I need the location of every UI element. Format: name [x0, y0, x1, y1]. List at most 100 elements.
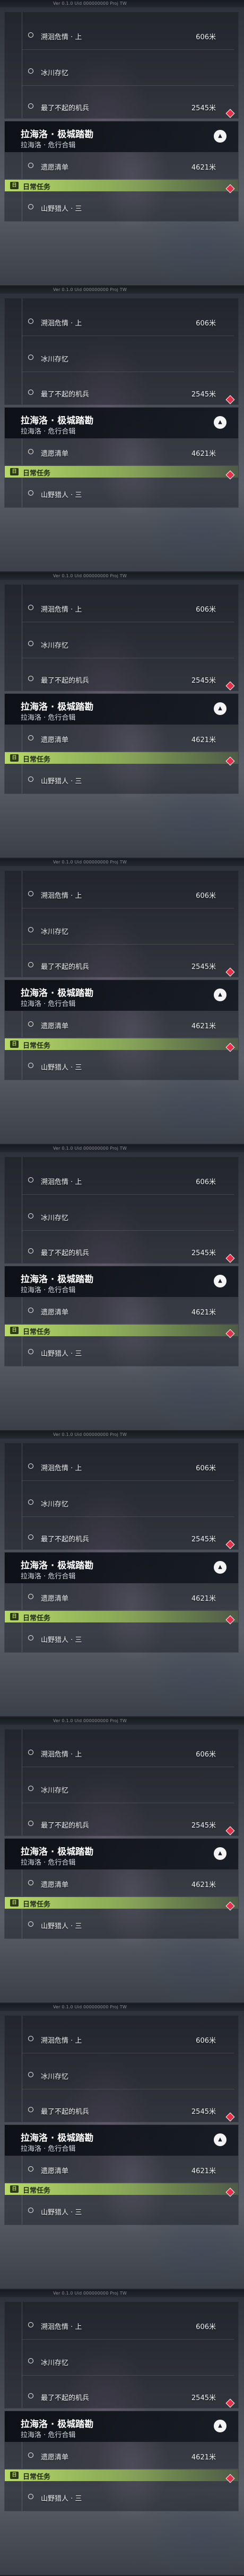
- quest-circle-icon: [28, 204, 33, 209]
- side-quest-row[interactable]: 冰川存忆: [5, 637, 238, 651]
- daily-task-header[interactable]: 日日常任务: [5, 2183, 238, 2195]
- side-quest-row[interactable]: 最了不起的机兵 2545米: [5, 2103, 238, 2118]
- main-quest-header[interactable]: 拉海洛 · 极城踏勘 拉海洛 · 危行合辑 ▲: [5, 1266, 238, 1297]
- main-quest-objective-row[interactable]: 遗愿清单 4621米: [5, 158, 238, 173]
- chevron-up-icon[interactable]: ▲: [214, 1847, 226, 1860]
- side-quest-row[interactable]: 冰川存忆: [5, 1495, 238, 1510]
- game-screenshot-frame: Ver 0.1.0 Uid 000000000 Proj TW 溯洄危情 · 上 6…: [0, 286, 244, 572]
- daily-quest-row[interactable]: 山野猎人 · 三: [5, 200, 238, 215]
- main-quest-header[interactable]: 拉海洛 · 极城踏勘 拉海洛 · 危行合辑 ▲: [5, 2411, 238, 2442]
- daily-quest-row[interactable]: 山野猎人 · 三: [5, 772, 238, 787]
- side-quest-row[interactable]: 最了不起的机兵 2545米: [5, 958, 238, 973]
- game-screenshot-frame: Ver 0.1.0 Uid 000000000 Proj TW 溯洄危情 · 上 6…: [0, 1431, 244, 1717]
- daily-task-panel: 日日常任务山野猎人 · 三: [4, 2469, 239, 2511]
- quest-name: 山野猎人 · 三: [41, 205, 82, 213]
- main-quest-header[interactable]: 拉海洛 · 极城踏勘 拉海洛 · 危行合辑 ▲: [5, 2125, 238, 2156]
- quest-name: 遗愿清单: [41, 736, 69, 744]
- daily-quest-row[interactable]: 山野猎人 · 三: [5, 2490, 238, 2504]
- side-quest-row[interactable]: 溯洄危情 · 上 606米: [5, 1745, 238, 1760]
- main-quest-title: 拉海洛 · 极城踏勘: [21, 1560, 94, 1571]
- side-quest-row[interactable]: 溯洄危情 · 上 606米: [5, 1173, 238, 1188]
- quest-distance: 4621米: [191, 2167, 216, 2175]
- daily-quest-row[interactable]: 山野猎人 · 三: [5, 1345, 238, 1360]
- side-quest-row[interactable]: 溯洄危情 · 上 606米: [5, 1459, 238, 1474]
- daily-quest-row[interactable]: 山野猎人 · 三: [5, 1917, 238, 1932]
- daily-task-header[interactable]: 日日常任务: [5, 1038, 238, 1050]
- side-quest-row[interactable]: 冰川存忆: [5, 2068, 238, 2083]
- chevron-up-icon[interactable]: ▲: [214, 1561, 226, 1574]
- quest-name: 遗愿清单: [41, 164, 69, 172]
- side-quest-row[interactable]: 溯洄危情 · 上 606米: [5, 28, 238, 43]
- side-quest-row[interactable]: 溯洄危情 · 上 606米: [5, 314, 238, 329]
- quest-circle-icon: [28, 319, 33, 324]
- main-quest-header[interactable]: 拉海洛 · 极城踏勘 拉海洛 · 危行合辑 ▲: [5, 408, 238, 438]
- side-quest-row[interactable]: 最了不起的机兵 2545米: [5, 2389, 238, 2404]
- quest-circle-icon: [28, 355, 33, 360]
- daily-task-header[interactable]: 日日常任务: [5, 2469, 238, 2481]
- daily-task-header[interactable]: 日日常任务: [5, 180, 238, 191]
- quest-name: 冰川存忆: [41, 2359, 69, 2367]
- daily-quest-row[interactable]: 山野猎人 · 三: [5, 1058, 238, 1073]
- main-quest-header[interactable]: 拉海洛 · 极城踏勘 拉海洛 · 危行合辑 ▲: [5, 1552, 238, 1583]
- side-quest-row[interactable]: 溯洄危情 · 上 606米: [5, 2032, 238, 2046]
- side-quest-row[interactable]: 冰川存忆: [5, 1209, 238, 1224]
- quest-circle-icon: [28, 103, 33, 109]
- daily-task-icon: 日: [10, 1613, 19, 1620]
- main-quest-header[interactable]: 拉海洛 · 极城踏勘 拉海洛 · 危行合辑 ▲: [5, 1839, 238, 1869]
- main-quest-objective-row[interactable]: 遗愿清单 4621米: [5, 1876, 238, 1891]
- daily-quest-row[interactable]: 山野猎人 · 三: [5, 1631, 238, 1646]
- side-quest-row[interactable]: 冰川存忆: [5, 64, 238, 79]
- top-status-bar: Ver 0.1.0 Uid 000000000 Proj TW: [0, 859, 244, 866]
- side-quest-row[interactable]: 溯洄危情 · 上 606米: [5, 887, 238, 902]
- side-quest-row[interactable]: 冰川存忆: [5, 2354, 238, 2369]
- daily-task-header[interactable]: 日日常任务: [5, 752, 238, 764]
- main-quest-header[interactable]: 拉海洛 · 极城踏勘 拉海洛 · 危行合辑 ▲: [5, 980, 238, 1011]
- side-quest-row[interactable]: 最了不起的机兵 2545米: [5, 99, 238, 114]
- main-quest-objective-row[interactable]: 遗愿清单 4621米: [5, 1303, 238, 1318]
- quest-name: 溯洄危情 · 上: [41, 2037, 82, 2045]
- side-quest-row[interactable]: 溯洄危情 · 上 606米: [5, 2318, 238, 2333]
- side-quest-row[interactable]: 溯洄危情 · 上 606米: [5, 601, 238, 615]
- daily-task-header[interactable]: 日日常任务: [5, 1325, 238, 1336]
- quest-name: 冰川存忆: [41, 928, 69, 936]
- daily-quest-row[interactable]: 山野猎人 · 三: [5, 486, 238, 501]
- chevron-up-icon[interactable]: ▲: [214, 130, 226, 143]
- main-quest-objective-row[interactable]: 遗愿清单 4621米: [5, 731, 238, 746]
- side-quest-row[interactable]: 冰川存忆: [5, 350, 238, 365]
- main-quest-header[interactable]: 拉海洛 · 极城踏勘 拉海洛 · 危行合辑 ▲: [5, 694, 238, 725]
- daily-task-header[interactable]: 日日常任务: [5, 1897, 238, 1909]
- side-quest-row[interactable]: 最了不起的机兵 2545米: [5, 1816, 238, 1831]
- chevron-up-icon[interactable]: ▲: [214, 2133, 226, 2146]
- main-quest-objective-row[interactable]: 遗愿清单 4621米: [5, 2448, 238, 2463]
- chevron-up-icon[interactable]: ▲: [214, 989, 226, 1001]
- side-quest-row[interactable]: 最了不起的机兵 2545米: [5, 385, 238, 400]
- quest-name: 冰川存忆: [41, 2073, 69, 2081]
- quest-circle-icon: [28, 449, 33, 454]
- daily-task-icon: 日: [10, 2185, 19, 2193]
- quest-distance: 606米: [196, 606, 216, 614]
- quest-circle-icon: [28, 735, 33, 740]
- side-quest-row[interactable]: 最了不起的机兵 2545米: [5, 672, 238, 686]
- daily-task-header[interactable]: 日日常任务: [5, 1611, 238, 1622]
- daily-quest-row[interactable]: 山野猎人 · 三: [5, 2203, 238, 2218]
- main-quest-objective-row[interactable]: 遗愿清单 4621米: [5, 445, 238, 460]
- main-quest-objective-row[interactable]: 遗愿清单 4621米: [5, 2162, 238, 2177]
- chevron-up-icon[interactable]: ▲: [214, 2420, 226, 2432]
- side-quest-list: 溯洄危情 · 上 606米冰川存忆最了不起的机兵 2545米: [4, 2301, 239, 2409]
- daily-task-header[interactable]: 日日常任务: [5, 466, 238, 478]
- quest-circle-icon: [28, 163, 33, 168]
- side-quest-row[interactable]: 冰川存忆: [5, 1781, 238, 1796]
- side-quest-row[interactable]: 冰川存忆: [5, 923, 238, 938]
- chevron-up-icon[interactable]: ▲: [214, 1275, 226, 1287]
- quest-circle-icon: [28, 2494, 33, 2499]
- main-quest-panel: 拉海洛 · 极城踏勘 拉海洛 · 危行合辑 ▲ 遗愿清单 4621米: [4, 2124, 239, 2183]
- main-quest-objective-row[interactable]: 遗愿清单 4621米: [5, 1017, 238, 1032]
- top-status-bar: Ver 0.1.0 Uid 000000000 Proj TW: [0, 286, 244, 294]
- chevron-up-icon[interactable]: ▲: [214, 702, 226, 715]
- main-quest-objective-row[interactable]: 遗愿清单 4621米: [5, 1590, 238, 1604]
- side-quest-row[interactable]: 最了不起的机兵 2545米: [5, 1530, 238, 1545]
- side-quest-row[interactable]: 最了不起的机兵 2545米: [5, 1244, 238, 1259]
- main-quest-header[interactable]: 拉海洛 · 极城踏勘 拉海洛 · 危行合辑 ▲: [5, 121, 238, 152]
- chevron-up-icon[interactable]: ▲: [214, 416, 226, 429]
- main-quest-title: 拉海洛 · 极城踏勘: [21, 416, 94, 426]
